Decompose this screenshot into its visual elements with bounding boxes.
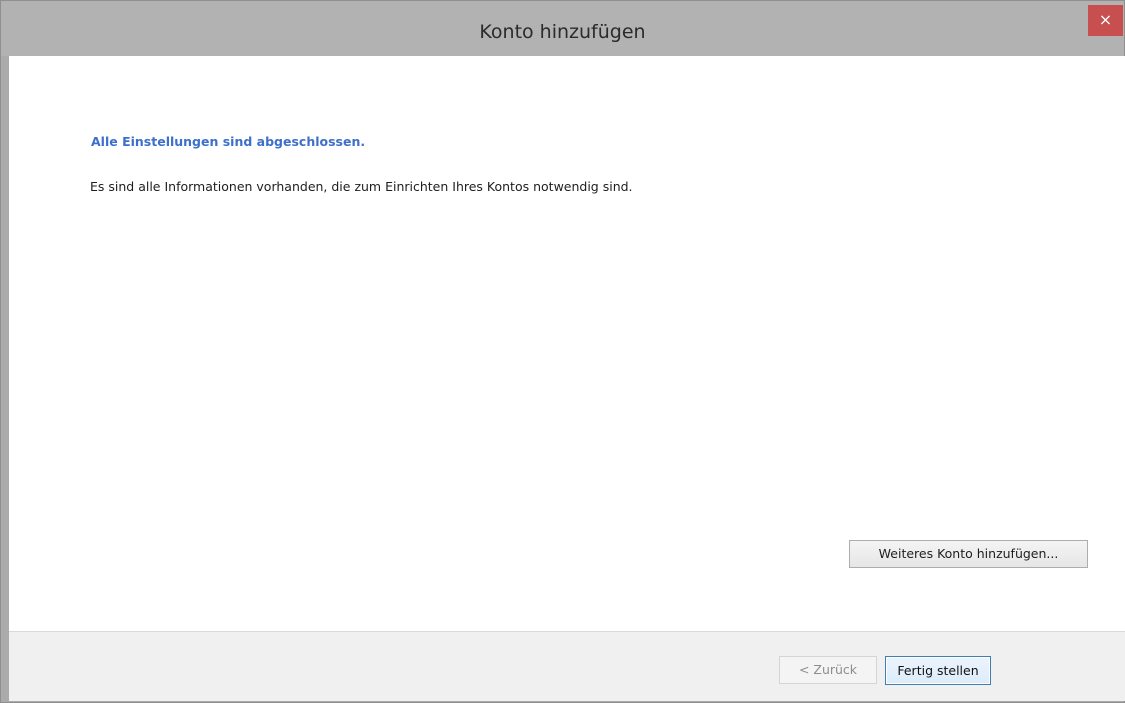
close-icon: × [1098, 10, 1113, 29]
close-button[interactable]: × [1088, 5, 1123, 36]
dialog-window: Konto hinzufügen × Alle Einstellungen si… [0, 0, 1125, 703]
title-bar[interactable]: Konto hinzufügen × [1, 1, 1124, 56]
finish-button[interactable]: Fertig stellen [885, 656, 991, 685]
status-heading: Alle Einstellungen sind abgeschlossen. [91, 134, 366, 149]
back-button[interactable]: < Zurück [779, 656, 877, 684]
window-title: Konto hinzufügen [479, 21, 646, 43]
add-another-account-button[interactable]: Weiteres Konto hinzufügen... [849, 540, 1088, 568]
content-area: Alle Einstellungen sind abgeschlossen. E… [9, 56, 1125, 631]
status-description: Es sind alle Informationen vorhanden, di… [90, 179, 633, 194]
button-bar: < Zurück Fertig stellen [9, 631, 1125, 701]
